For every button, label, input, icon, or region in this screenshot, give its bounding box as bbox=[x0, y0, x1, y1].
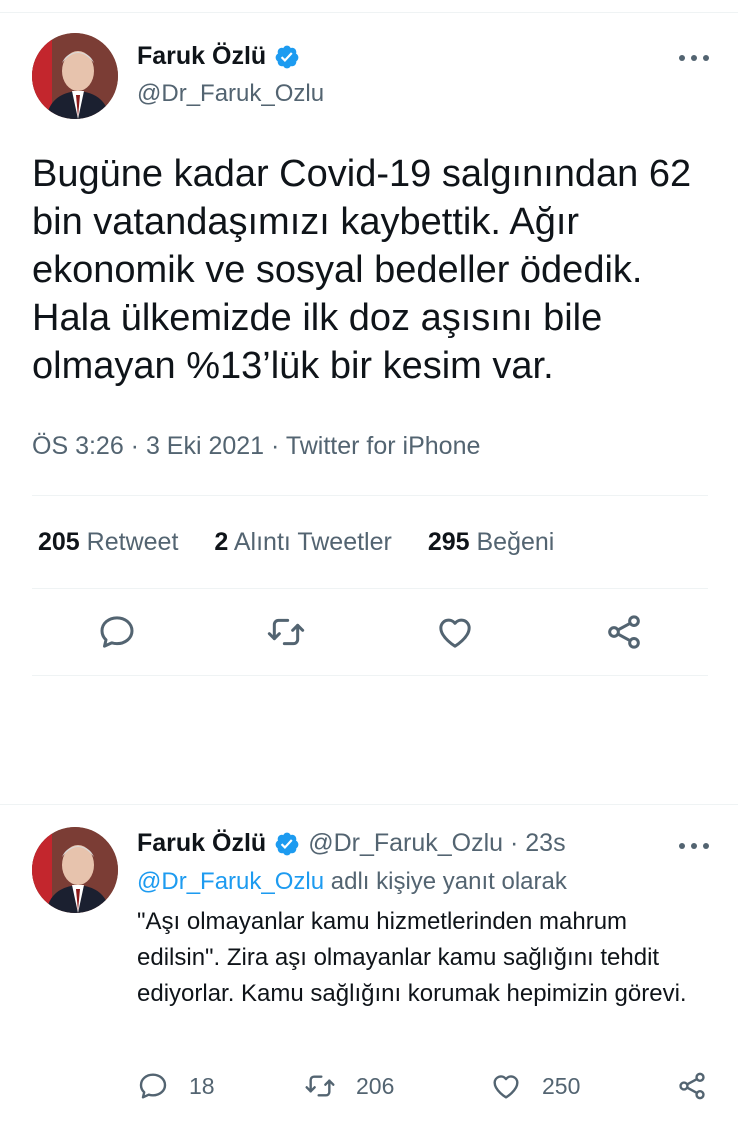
top-divider bbox=[0, 12, 738, 13]
verified-badge-icon bbox=[275, 832, 299, 855]
tweet-meta: ÖS 3:26 · 3 Eki 2021 · Twitter for iPhon… bbox=[32, 432, 481, 460]
retweet-label: Retweet bbox=[86, 528, 179, 556]
comment-icon bbox=[139, 1073, 167, 1099]
avatar-image bbox=[32, 827, 118, 913]
retweet-stat[interactable]: 205 Retweet bbox=[38, 528, 178, 557]
reply-avatar[interactable] bbox=[32, 827, 118, 913]
verified-badge-icon bbox=[275, 45, 299, 68]
reply-share-button[interactable] bbox=[676, 1070, 708, 1102]
more-icon[interactable] bbox=[679, 48, 709, 68]
reply-reply-button[interactable]: 18 bbox=[137, 1070, 215, 1102]
replying-to-link[interactable]: @Dr_Faruk_Ozlu bbox=[137, 868, 324, 895]
tweet-text: Bugüne kadar Covid-19 salgınından 62 bin… bbox=[32, 153, 692, 387]
reply-tweet-text: "Aşı olmayanlar kamu hizmetlerinden mahr… bbox=[137, 908, 687, 1007]
quote-label: Alıntı Tweetler bbox=[233, 528, 392, 556]
avatar[interactable] bbox=[32, 33, 118, 119]
share-icon bbox=[608, 615, 640, 649]
retweet-icon bbox=[305, 1075, 335, 1097]
more-icon[interactable] bbox=[679, 836, 709, 856]
like-stat[interactable]: 295 Beğeni bbox=[428, 528, 555, 557]
reply-count: 18 bbox=[189, 1072, 215, 1099]
retweet-button[interactable] bbox=[266, 612, 306, 652]
reply-handle-time[interactable]: @Dr_Faruk_Ozlu · 23s bbox=[308, 829, 565, 858]
heart-icon bbox=[493, 1075, 519, 1099]
heart-icon bbox=[439, 618, 471, 648]
quote-stat[interactable]: 2 Alıntı Tweetler bbox=[214, 528, 391, 557]
reply-retweet-button[interactable]: 206 bbox=[304, 1070, 394, 1102]
retweet-count: 205 bbox=[38, 528, 80, 556]
like-button[interactable] bbox=[435, 612, 475, 652]
replying-to: @Dr_Faruk_Ozlu adlı kişiye yanıt olarak bbox=[137, 868, 567, 896]
like-count: 250 bbox=[542, 1072, 581, 1099]
divider bbox=[32, 495, 708, 496]
author-name[interactable]: Faruk Özlü bbox=[137, 42, 266, 71]
author-handle[interactable]: @Dr_Faruk_Ozlu bbox=[137, 80, 324, 108]
author-name-row[interactable]: Faruk Özlü bbox=[137, 42, 300, 71]
quote-count: 2 bbox=[214, 528, 229, 556]
reply-button[interactable] bbox=[97, 612, 137, 652]
divider bbox=[0, 804, 738, 805]
retweet-icon bbox=[267, 618, 305, 646]
like-label: Beğeni bbox=[476, 528, 555, 556]
avatar-image bbox=[32, 33, 118, 119]
reply-author-name[interactable]: Faruk Özlü bbox=[137, 829, 266, 858]
tweet-stats: 205 Retweet 2 Alıntı Tweetler 295 Beğeni bbox=[38, 528, 554, 557]
share-button[interactable] bbox=[604, 612, 644, 652]
reply-header: Faruk Özlü @Dr_Faruk_Ozlu · 23s bbox=[137, 829, 566, 858]
reply-like-button[interactable]: 250 bbox=[490, 1070, 580, 1102]
retweet-count: 206 bbox=[356, 1072, 395, 1099]
like-count: 295 bbox=[427, 528, 470, 556]
comment-icon bbox=[100, 616, 134, 648]
spacer bbox=[0, 676, 738, 804]
replying-to-suffix: adlı kişiye yanıt olarak bbox=[324, 868, 567, 895]
share-icon bbox=[679, 1072, 705, 1100]
divider bbox=[32, 588, 708, 589]
